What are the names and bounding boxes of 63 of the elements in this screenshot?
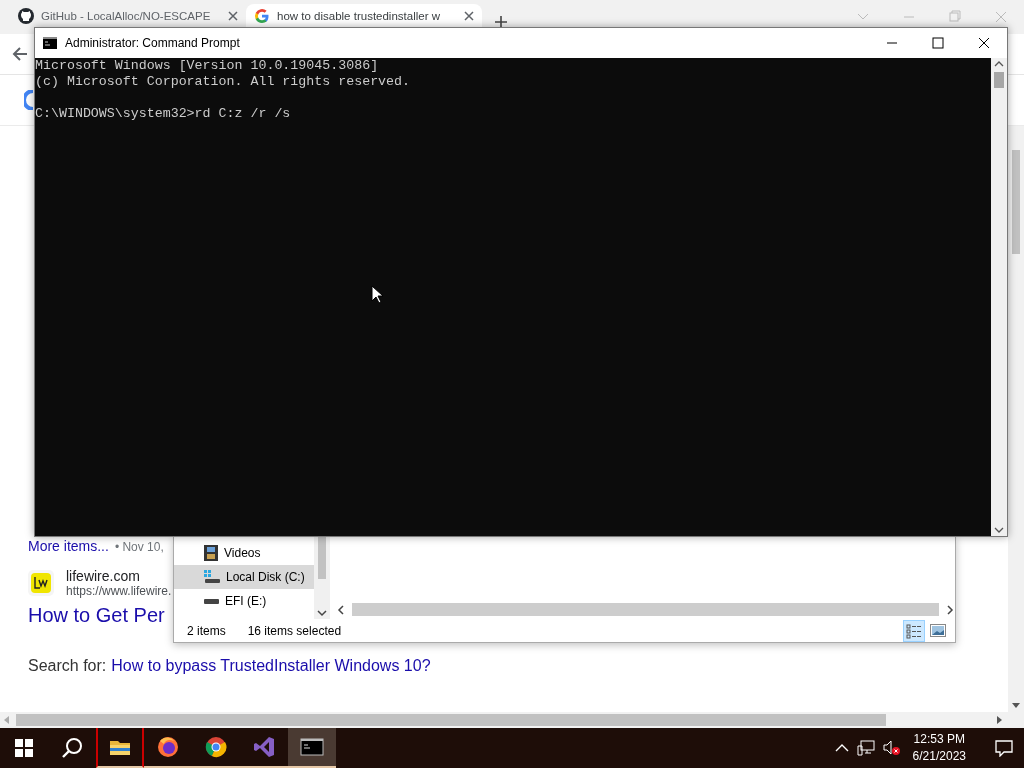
back-arrow-icon[interactable]: [12, 46, 28, 62]
logo-fragment-icon: [24, 90, 34, 110]
vertical-scrollbar[interactable]: [314, 537, 330, 619]
browser-tab[interactable]: how to disable trustedinstaller w: [246, 4, 482, 27]
nav-label: Local Disk (C:): [226, 570, 305, 584]
scroll-thumb[interactable]: [16, 714, 886, 726]
drive-icon: [204, 570, 220, 584]
console-line: Microsoft Windows [Version 10.0.19045.3086]: [35, 58, 380, 74]
infinity-logo-icon: [252, 735, 276, 759]
window-title: Administrator: Command Prompt: [65, 36, 240, 50]
tab-title: GitHub - LocalAlloc/NO-ESCAPE: [41, 9, 212, 22]
tab-title: how to disable trustedinstaller w: [277, 9, 441, 22]
film-icon: [204, 545, 218, 561]
mouse-cursor-icon: [371, 285, 383, 304]
selection-count: 16 items selected: [247, 623, 342, 638]
scroll-left-icon[interactable]: [336, 603, 346, 616]
search-icon: [61, 737, 83, 759]
taskbar-app-button[interactable]: [96, 728, 144, 768]
notification-icon[interactable]: [995, 739, 1013, 757]
windows-logo-icon: [15, 739, 33, 757]
scroll-thumb[interactable]: [318, 537, 326, 579]
nav-item[interactable]: Local Disk (C:): [174, 565, 314, 589]
vertical-scrollbar[interactable]: [1008, 126, 1024, 712]
network-icon[interactable]: [856, 740, 875, 756]
drive-icon: [204, 598, 219, 604]
search-suggestion-link[interactable]: How to bypass TrustedInstaller Windows 10?: [111, 657, 431, 675]
search-for-label: Search for:: [28, 657, 107, 675]
clock-date[interactable]: 6/21/2023: [912, 748, 966, 765]
scroll-thumb[interactable]: [994, 72, 1004, 88]
scroll-thumb[interactable]: [352, 603, 939, 616]
new-tab-icon[interactable]: [494, 15, 508, 29]
scroll-thumb[interactable]: [1012, 150, 1020, 254]
scroll-right-icon[interactable]: [945, 603, 955, 616]
console-window-icon: [300, 735, 324, 759]
cat-logo-icon: [18, 7, 34, 24]
close-icon[interactable]: [228, 10, 238, 21]
console-line: C:\WINDOWS\system32>rd C:z /r /s: [35, 105, 292, 122]
g-logo-icon: [254, 7, 270, 24]
horizontal-scrollbar[interactable]: [0, 712, 1024, 728]
scroll-down-icon[interactable]: [316, 607, 328, 619]
browser-tab[interactable]: GitHub - LocalAlloc/NO-ESCAPE: [10, 4, 246, 27]
picture-thumbnail-icon: [930, 623, 946, 638]
console-window-icon: [43, 37, 57, 49]
result-title-link[interactable]: How to Get Per: [28, 604, 165, 627]
speaker-muted-icon[interactable]: [882, 740, 901, 756]
nav-label: Videos: [224, 546, 261, 560]
console-line: (c) Microsoft Corporation. All rights reserved.: [35, 74, 412, 90]
details-list-icon: [906, 622, 922, 639]
more-items-link[interactable]: More items...: [28, 538, 109, 554]
site-logo-icon: [28, 570, 54, 596]
chevron-up-icon[interactable]: [834, 743, 849, 753]
clock-time[interactable]: 12:53 PM: [913, 731, 965, 748]
item-count: 2 items: [187, 623, 226, 638]
vertical-scrollbar[interactable]: [991, 58, 1007, 536]
details-view-button[interactable]: [903, 619, 925, 642]
close-icon[interactable]: [464, 10, 474, 21]
result-date: • Nov 10,: [114, 540, 164, 554]
site-name: lifewire.com: [66, 568, 141, 584]
browser-logo-icon: [204, 735, 228, 759]
nav-label: EFI (E:): [225, 594, 267, 608]
site-url: https://www.lifewire.: [66, 584, 172, 598]
nav-item[interactable]: EFI (E:): [174, 589, 314, 613]
nav-item[interactable]: Videos: [174, 541, 314, 565]
